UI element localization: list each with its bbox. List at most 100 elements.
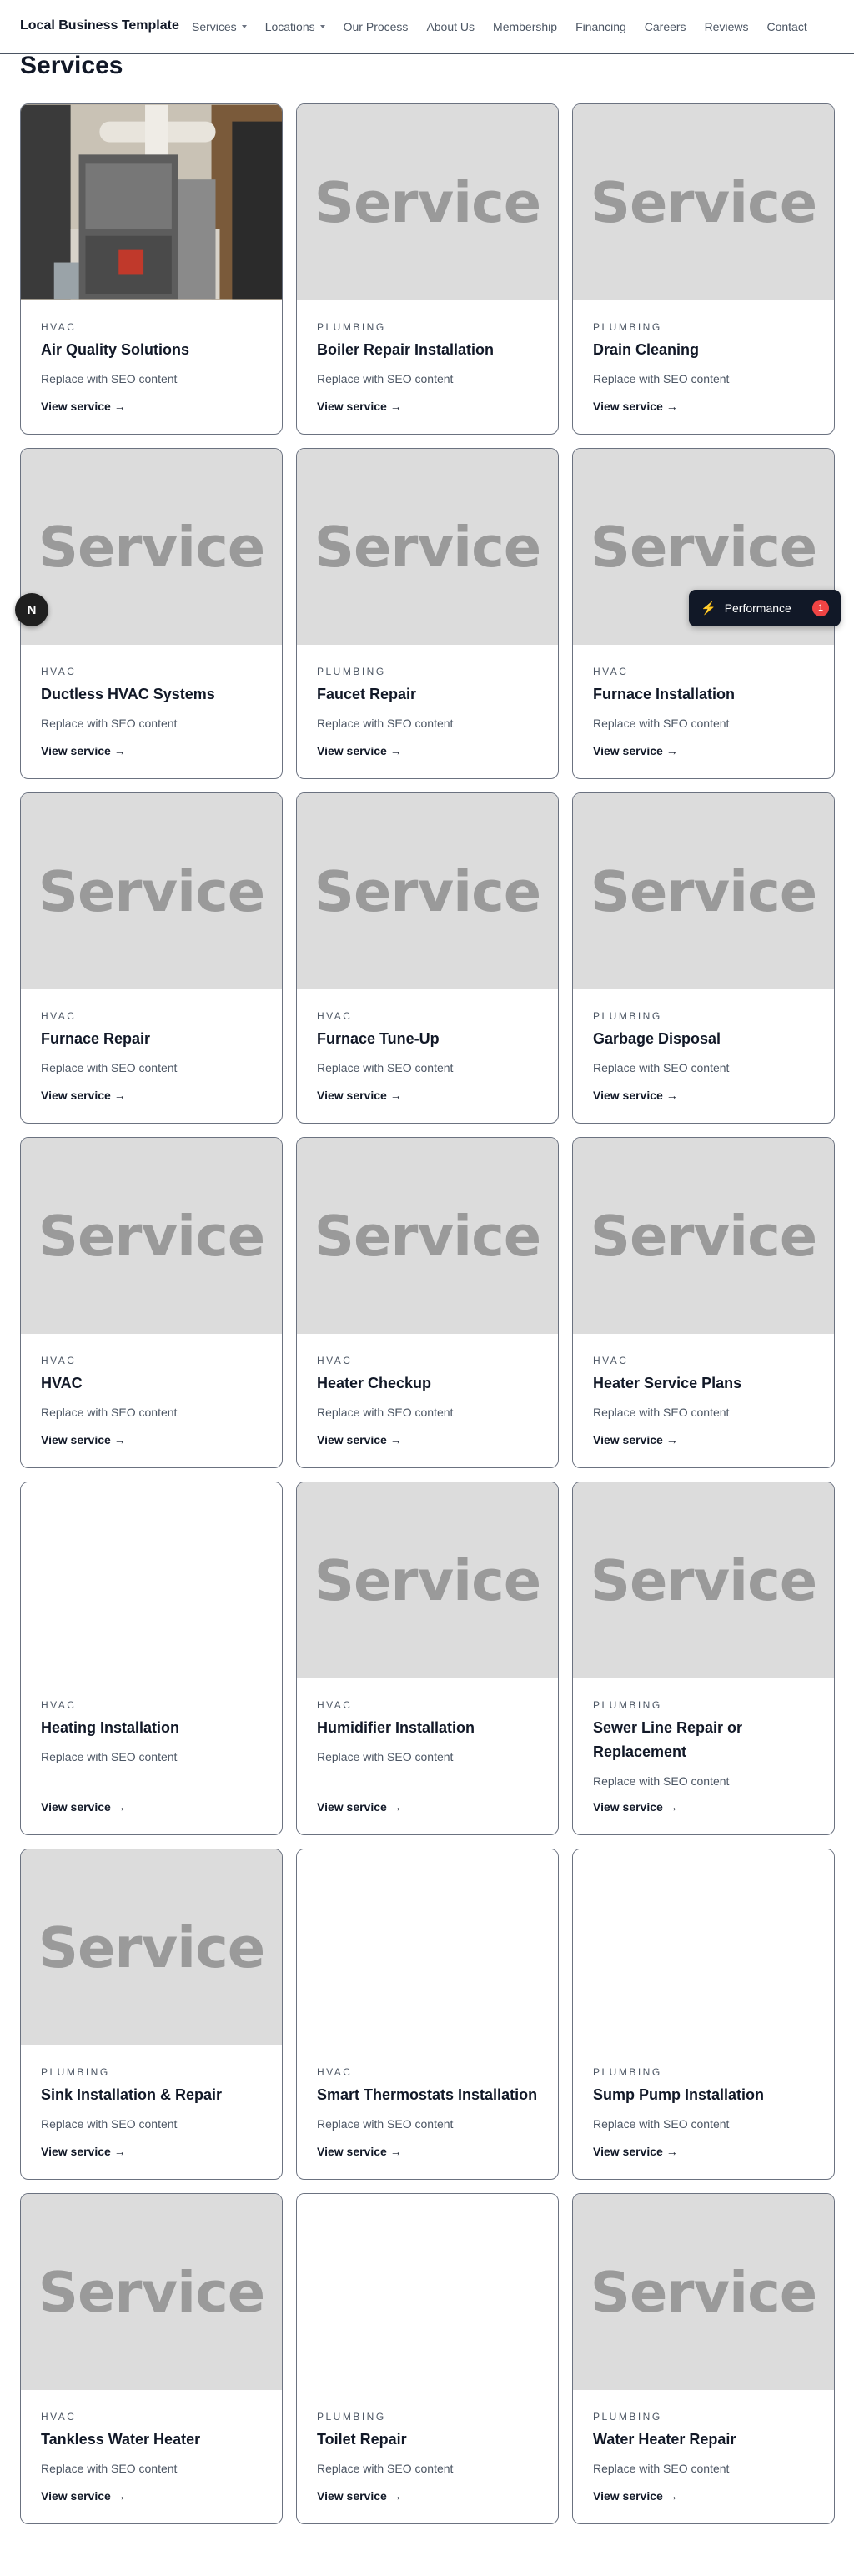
service-image-placeholder: Service xyxy=(21,1138,282,1334)
view-service-link[interactable]: View service → xyxy=(317,2489,402,2503)
service-card[interactable]: PLUMBING Sump Pump Installation Replace wi… xyxy=(572,1849,835,2180)
nav-locations[interactable]: Locations xyxy=(265,20,325,33)
service-card[interactable]: HVAC Smart Thermostats Installation Replac… xyxy=(296,1849,559,2180)
service-card[interactable]: Service HVAC Heater Checkup Replace with SE… xyxy=(296,1137,559,1468)
service-title[interactable]: Drain Cleaning xyxy=(593,338,817,362)
service-card[interactable]: Service PLUMBING Water Heater Repair Replac… xyxy=(572,2193,835,2524)
service-title[interactable]: Water Heater Repair xyxy=(593,2428,817,2452)
service-title[interactable]: Furnace Installation xyxy=(593,682,817,707)
service-title[interactable]: Sink Installation & Repair xyxy=(41,2083,265,2107)
service-description: Replace with SEO content xyxy=(41,1750,178,1763)
service-card[interactable]: Service PLUMBING Boiler Repair Installatio… xyxy=(296,103,559,435)
service-card[interactable]: HVAC Heating Installation Replace with SEO… xyxy=(20,1482,283,1835)
service-title[interactable]: Smart Thermostats Installation xyxy=(317,2083,541,2107)
placeholder-text: Service xyxy=(590,1203,818,1269)
view-service-link[interactable]: View service → xyxy=(317,400,402,413)
service-title[interactable]: Tankless Water Heater xyxy=(41,2428,265,2452)
view-service-link[interactable]: View service → xyxy=(41,1089,126,1102)
nav-our-process[interactable]: Our Process xyxy=(344,20,409,33)
service-image-empty xyxy=(297,1849,558,2045)
service-title[interactable]: Faucet Repair xyxy=(317,682,541,707)
nav-financing[interactable]: Financing xyxy=(575,20,626,33)
page-title: Services xyxy=(20,52,123,79)
service-category: HVAC xyxy=(317,2066,353,2078)
service-title[interactable]: Garbage Disposal xyxy=(593,1027,817,1051)
nav-about-us[interactable]: About Us xyxy=(426,20,475,33)
service-title[interactable]: Sewer Line Repair or Replacement xyxy=(593,1716,817,1764)
service-description: Replace with SEO content xyxy=(41,1061,178,1074)
view-service-link[interactable]: View service → xyxy=(41,1800,126,1814)
service-card[interactable]: Service HVAC Tankless Water Heater Replace … xyxy=(20,2193,283,2524)
service-title[interactable]: Air Quality Solutions xyxy=(41,338,265,362)
service-card[interactable]: Service HVAC Ductless HVAC Systems Replace … xyxy=(20,448,283,779)
service-card[interactable]: Service HVAC Humidifier Installation Replac… xyxy=(296,1482,559,1835)
service-category: HVAC xyxy=(41,666,77,677)
service-card[interactable]: Service PLUMBING Sewer Line Repair or Repl… xyxy=(572,1482,835,1835)
service-title[interactable]: Heater Checkup xyxy=(317,1371,541,1396)
service-title[interactable]: Sump Pump Installation xyxy=(593,2083,817,2107)
service-image-empty xyxy=(21,1482,282,1678)
service-title[interactable]: Heating Installation xyxy=(41,1716,265,1740)
view-service-link[interactable]: View service → xyxy=(317,1089,402,1102)
chevron-down-icon xyxy=(319,25,325,28)
view-service-link[interactable]: View service → xyxy=(593,744,678,757)
nav-contact[interactable]: Contact xyxy=(766,20,806,33)
placeholder-text: Service xyxy=(590,514,818,580)
next-badge-letter: N xyxy=(27,602,37,617)
service-title[interactable]: Heater Service Plans xyxy=(593,1371,817,1396)
service-image-placeholder: Service xyxy=(573,1138,834,1334)
service-card[interactable]: Service PLUMBING Faucet Repair Replace with… xyxy=(296,448,559,779)
service-category: PLUMBING xyxy=(317,666,386,677)
service-card[interactable]: Service PLUMBING Sink Installation & Repai… xyxy=(20,1849,283,2180)
service-card[interactable]: Service PLUMBING Drain Cleaning Replace wit… xyxy=(572,103,835,435)
view-service-link[interactable]: View service → xyxy=(593,1433,678,1446)
service-category: PLUMBING xyxy=(593,1699,662,1711)
service-card[interactable]: Service PLUMBING Garbage Disposal Replace w… xyxy=(572,792,835,1124)
view-service-link[interactable]: View service → xyxy=(41,2145,126,2158)
service-card-body: HVAC HVAC Replace with SEO content xyxy=(41,1355,265,1419)
service-description: Replace with SEO content xyxy=(41,2117,178,2131)
placeholder-text: Service xyxy=(590,1547,818,1613)
view-service-link[interactable]: View service → xyxy=(41,2489,126,2503)
nav-reviews[interactable]: Reviews xyxy=(705,20,749,33)
service-title[interactable]: Furnace Tune-Up xyxy=(317,1027,541,1051)
service-title[interactable]: Humidifier Installation xyxy=(317,1716,541,1740)
view-service-link[interactable]: View service → xyxy=(317,2145,402,2158)
service-category: HVAC xyxy=(593,666,629,677)
service-card[interactable]: Service HVAC Heater Service Plans Replace w… xyxy=(572,1137,835,1468)
view-service-link[interactable]: View service → xyxy=(593,1089,678,1102)
brand-logo-text[interactable]: Local Business Template xyxy=(20,18,179,33)
service-title[interactable]: HVAC xyxy=(41,1371,265,1396)
view-service-link[interactable]: View service → xyxy=(317,744,402,757)
service-title[interactable]: Boiler Repair Installation xyxy=(317,338,541,362)
chevron-down-icon xyxy=(241,25,247,28)
view-service-link[interactable]: View service → xyxy=(41,1433,126,1446)
view-service-link[interactable]: View service → xyxy=(593,1800,678,1814)
service-card[interactable]: Service HVAC Furnace Repair Replace with SE… xyxy=(20,792,283,1124)
service-image-placeholder: Service xyxy=(297,1138,558,1334)
furnace-photo xyxy=(21,104,282,300)
view-service-link[interactable]: View service → xyxy=(593,400,678,413)
view-service-link[interactable]: View service → xyxy=(41,400,126,413)
service-card[interactable]: PLUMBING Toilet Repair Replace with SEO co… xyxy=(296,2193,559,2524)
service-card[interactable]: HVAC Air Quality Solutions Replace with SE… xyxy=(20,103,283,435)
view-service-link[interactable]: View service → xyxy=(41,744,126,757)
nav-services[interactable]: Services xyxy=(192,20,247,33)
service-card[interactable]: Service HVAC Furnace Tune-Up Replace with S… xyxy=(296,792,559,1124)
nav-careers[interactable]: Careers xyxy=(645,20,686,33)
view-service-link[interactable]: View service → xyxy=(593,2489,678,2503)
service-title[interactable]: Toilet Repair xyxy=(317,2428,541,2452)
nav-services-label: Services xyxy=(192,20,237,33)
service-image-placeholder: Service xyxy=(573,104,834,300)
view-service-link[interactable]: View service → xyxy=(593,2145,678,2158)
service-card-body: HVAC Smart Thermostats Installation Replac… xyxy=(317,2066,541,2131)
next-dev-indicator[interactable]: N xyxy=(15,593,48,626)
service-card[interactable]: Service HVAC HVAC Replace with SEO content V… xyxy=(20,1137,283,1468)
view-service-link[interactable]: View service → xyxy=(317,1433,402,1446)
service-title[interactable]: Furnace Repair xyxy=(41,1027,265,1051)
service-title[interactable]: Ductless HVAC Systems xyxy=(41,682,265,707)
view-service-link[interactable]: View service → xyxy=(317,1800,402,1814)
service-card-body: HVAC Heater Service Plans Replace with SEO… xyxy=(593,1355,817,1419)
performance-widget[interactable]: ⚡ Performance 1 xyxy=(689,590,841,626)
nav-membership[interactable]: Membership xyxy=(493,20,557,33)
